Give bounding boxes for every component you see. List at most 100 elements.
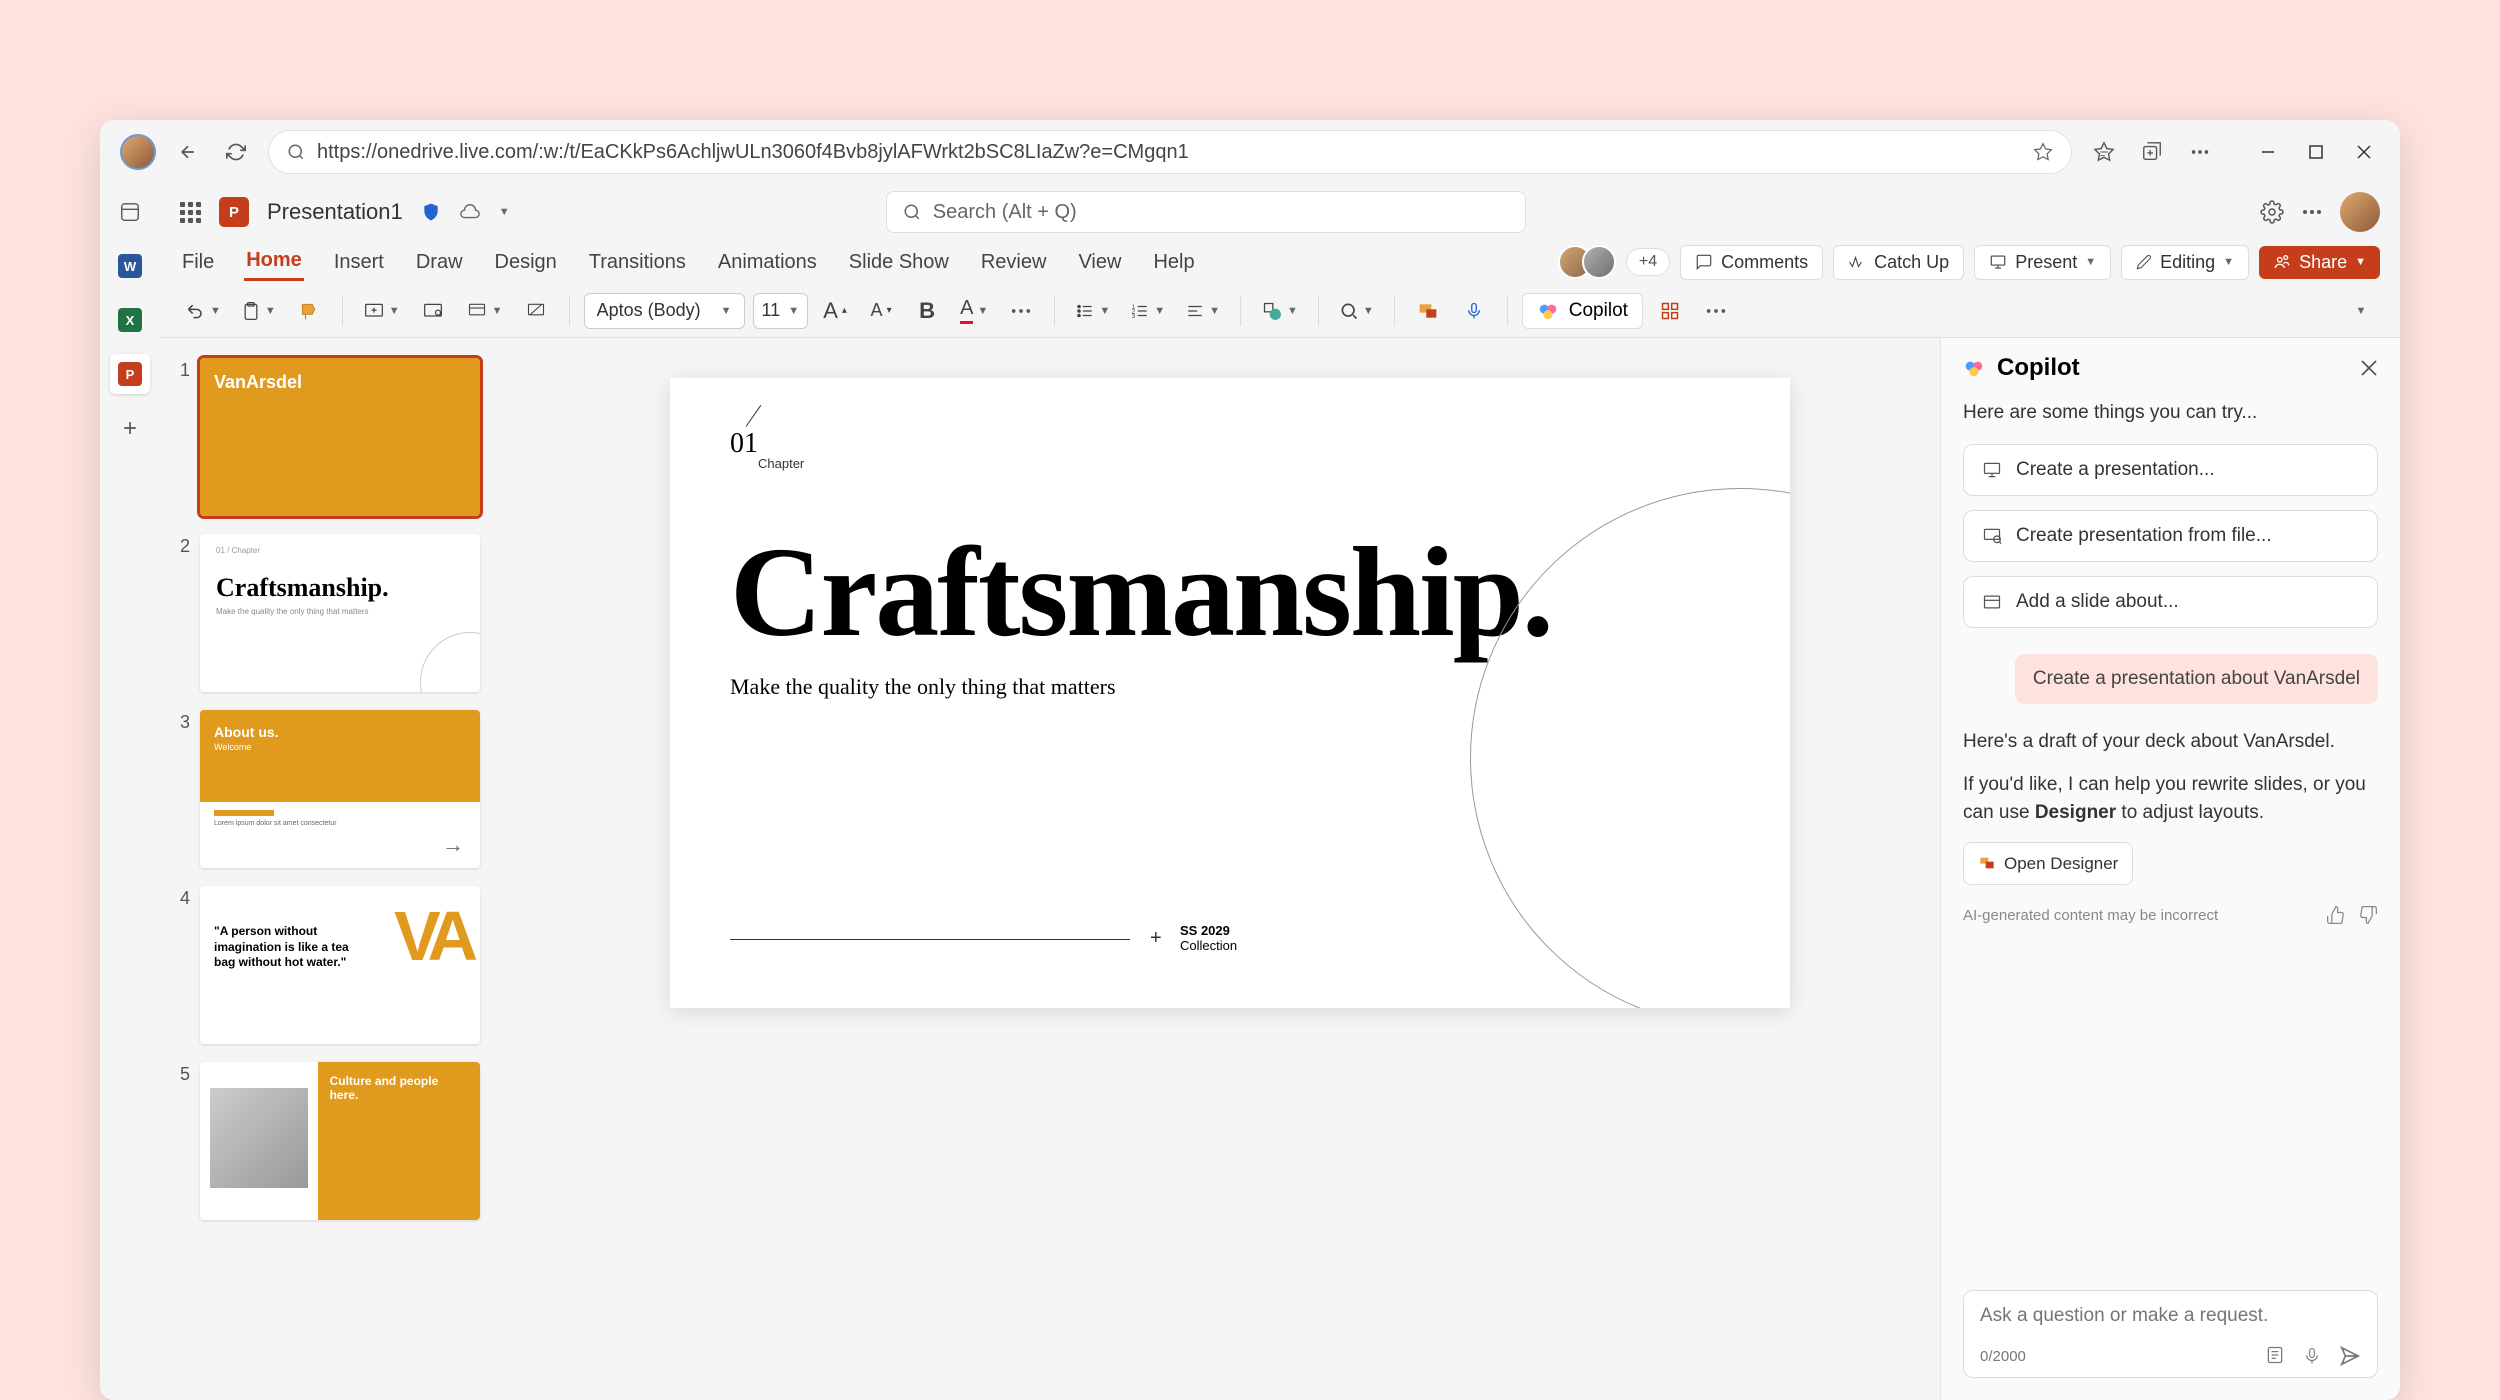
slide-layout-button[interactable]: ▼ bbox=[460, 292, 509, 330]
minimize-button[interactable] bbox=[2252, 136, 2284, 168]
favorites-icon[interactable] bbox=[2088, 136, 2120, 168]
share-button[interactable]: Share ▼ bbox=[2259, 246, 2380, 279]
slide-thumb-5[interactable]: Culture and people here. bbox=[200, 1062, 480, 1220]
more-font-icon[interactable] bbox=[1002, 292, 1040, 330]
back-button[interactable] bbox=[172, 136, 204, 168]
chevron-down-icon[interactable]: ▼ bbox=[499, 206, 510, 218]
menu-review[interactable]: Review bbox=[979, 245, 1049, 280]
open-designer-button[interactable]: Open Designer bbox=[1963, 842, 2133, 886]
copilot-body: Here are some things you can try... Crea… bbox=[1941, 398, 2400, 1276]
tab-icon[interactable] bbox=[110, 192, 150, 232]
align-button[interactable]: ▼ bbox=[1179, 292, 1226, 330]
excel-app-icon[interactable]: X bbox=[110, 300, 150, 340]
thumbs-down-icon[interactable] bbox=[2358, 905, 2378, 925]
maximize-button[interactable] bbox=[2300, 136, 2332, 168]
present-button[interactable]: Present ▼ bbox=[1974, 245, 2111, 280]
close-icon[interactable] bbox=[2360, 359, 2378, 377]
settings-icon[interactable] bbox=[2260, 200, 2284, 224]
find-button[interactable]: ▼ bbox=[1333, 292, 1380, 330]
menu-slideshow[interactable]: Slide Show bbox=[847, 245, 951, 280]
ribbon-more-icon[interactable] bbox=[1697, 292, 1735, 330]
collections-icon[interactable] bbox=[2136, 136, 2168, 168]
menu-insert[interactable]: Insert bbox=[332, 245, 386, 280]
grid-view-button[interactable] bbox=[1651, 292, 1689, 330]
favorite-icon[interactable] bbox=[2033, 142, 2053, 162]
copilot-input-box[interactable]: 0/2000 bbox=[1963, 1290, 2378, 1378]
menu-transitions[interactable]: Transitions bbox=[587, 245, 688, 280]
bullets-button[interactable]: ▼ bbox=[1069, 292, 1116, 330]
undo-button[interactable]: ▼ bbox=[180, 292, 227, 330]
app-launcher-icon[interactable] bbox=[180, 202, 201, 223]
profile-avatar[interactable] bbox=[120, 134, 156, 170]
numbering-button[interactable]: 123▼ bbox=[1124, 292, 1171, 330]
font-name-select[interactable]: Aptos (Body)▼ bbox=[584, 293, 745, 329]
layout-button[interactable] bbox=[414, 292, 452, 330]
bold-button[interactable]: B bbox=[908, 292, 946, 330]
thumb-row-2[interactable]: 2 01 / Chapter Craftsmanship. Make the q… bbox=[174, 534, 500, 692]
more-icon[interactable] bbox=[2300, 200, 2324, 224]
shapes-button[interactable]: ▼ bbox=[1255, 292, 1304, 330]
slide-thumb-4[interactable]: VA "A person without imagination is like… bbox=[200, 886, 480, 1044]
menu-home[interactable]: Home bbox=[244, 243, 304, 281]
format-painter-button[interactable] bbox=[290, 292, 328, 330]
url-text: https://onedrive.live.com/:w:/t/EaCKkPs6… bbox=[317, 141, 1189, 164]
shrink-font-button[interactable]: A▾ bbox=[862, 292, 900, 330]
slide-thumb-2[interactable]: 01 / Chapter Craftsmanship. Make the qua… bbox=[200, 534, 480, 692]
catchup-button[interactable]: Catch Up bbox=[1833, 245, 1964, 280]
document-title[interactable]: Presentation1 bbox=[267, 199, 403, 225]
slide-thumb-1[interactable]: VanArsdel bbox=[200, 358, 480, 516]
collaborator-count[interactable]: +4 bbox=[1626, 248, 1670, 276]
font-size-select[interactable]: 11▼ bbox=[753, 293, 809, 329]
paste-button[interactable]: ▼ bbox=[235, 292, 282, 330]
font-color-button[interactable]: A▼ bbox=[954, 292, 994, 330]
copilot-text-input[interactable] bbox=[1980, 1305, 2361, 1327]
menu-file[interactable]: File bbox=[180, 245, 216, 280]
powerpoint-app-icon[interactable]: P bbox=[110, 354, 150, 394]
suggestion-from-file[interactable]: Create presentation from file... bbox=[1963, 510, 2378, 562]
menu-draw[interactable]: Draw bbox=[414, 245, 465, 280]
menu-animations[interactable]: Animations bbox=[716, 245, 819, 280]
template-icon[interactable] bbox=[2265, 1345, 2285, 1365]
designer-icon bbox=[1978, 855, 1996, 871]
more-icon[interactable] bbox=[2184, 136, 2216, 168]
suggestion-add-slide[interactable]: Add a slide about... bbox=[1963, 576, 2378, 628]
designer-button[interactable] bbox=[1409, 292, 1447, 330]
shield-icon[interactable] bbox=[421, 201, 441, 223]
sync-icon[interactable] bbox=[459, 201, 481, 223]
copilot-icon bbox=[1537, 300, 1559, 322]
thumb-row-5[interactable]: 5 Culture and people here. bbox=[174, 1062, 500, 1220]
current-slide[interactable]: 01 Chapter Craftsmanship. Make the quali… bbox=[670, 378, 1790, 1008]
thumbnail-panel: 1 VanArsdel 2 01 / Chapter Craftsmanship… bbox=[160, 338, 520, 1400]
main-column: P Presentation1 ▼ Search (Alt + Q) bbox=[160, 184, 2400, 1400]
ribbon-toolbar: ▼ ▼ ▼ ▼ Aptos (Body)▼ 11▼ A▴ A▾ B A▼ ▼ 1… bbox=[160, 284, 2400, 338]
word-app-icon[interactable]: W bbox=[110, 246, 150, 286]
close-button[interactable] bbox=[2348, 136, 2380, 168]
comments-button[interactable]: Comments bbox=[1680, 245, 1823, 280]
send-icon[interactable] bbox=[2339, 1345, 2361, 1367]
user-avatar[interactable] bbox=[2340, 192, 2380, 232]
hide-slide-button[interactable] bbox=[517, 292, 555, 330]
slide-thumb-3[interactable]: About us.Welcome Lorem ipsum dolor sit a… bbox=[200, 710, 480, 868]
dictate-button[interactable] bbox=[1455, 292, 1493, 330]
thumb-row-4[interactable]: 4 VA "A person without imagination is li… bbox=[174, 886, 500, 1044]
collaborator-avatar[interactable] bbox=[1582, 245, 1616, 279]
collapse-ribbon-icon[interactable]: ▼ bbox=[2342, 292, 2380, 330]
suggestion-create-presentation[interactable]: Create a presentation... bbox=[1963, 444, 2378, 496]
copilot-header: Copilot bbox=[1941, 338, 2400, 398]
menu-view[interactable]: View bbox=[1076, 245, 1123, 280]
new-slide-button[interactable]: ▼ bbox=[357, 292, 406, 330]
mic-icon[interactable] bbox=[2303, 1345, 2321, 1367]
address-bar[interactable]: https://onedrive.live.com/:w:/t/EaCKkPs6… bbox=[268, 130, 2072, 174]
slide-footer: SS 2029Collection bbox=[1180, 923, 1237, 954]
grow-font-button[interactable]: A▴ bbox=[816, 292, 854, 330]
search-input[interactable]: Search (Alt + Q) bbox=[886, 191, 1526, 233]
add-app-icon[interactable] bbox=[110, 408, 150, 448]
editing-button[interactable]: Editing ▼ bbox=[2121, 245, 2249, 280]
menu-design[interactable]: Design bbox=[493, 245, 559, 280]
thumb-row-3[interactable]: 3 About us.Welcome Lorem ipsum dolor sit… bbox=[174, 710, 500, 868]
thumb-row-1[interactable]: 1 VanArsdel bbox=[174, 358, 500, 516]
menu-help[interactable]: Help bbox=[1151, 245, 1196, 280]
copilot-ribbon-button[interactable]: Copilot bbox=[1522, 293, 1643, 329]
thumbs-up-icon[interactable] bbox=[2326, 905, 2346, 925]
refresh-button[interactable] bbox=[220, 136, 252, 168]
